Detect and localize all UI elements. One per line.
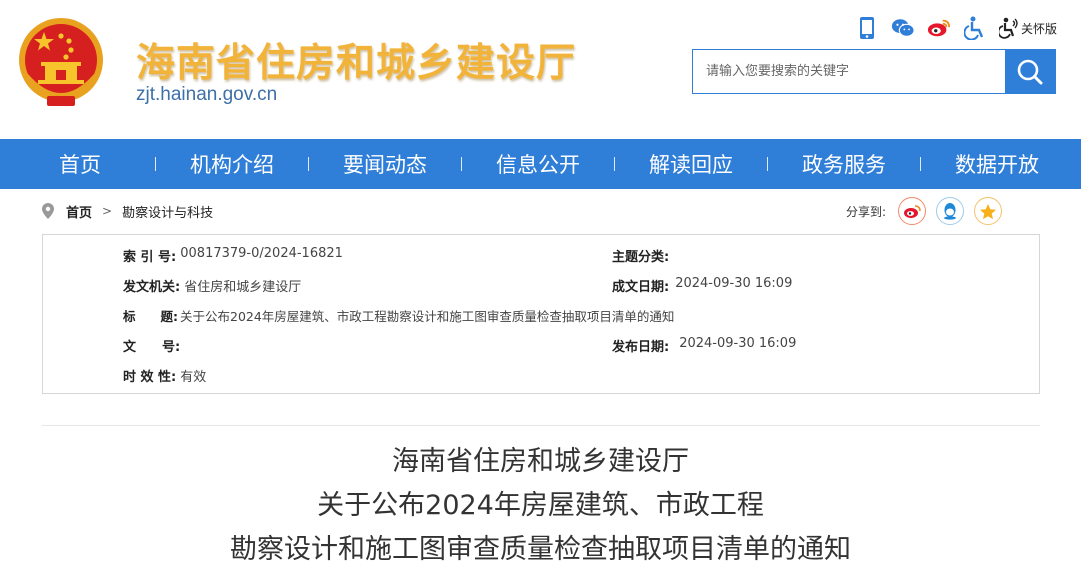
meta-title-label: 标 题: [123,309,178,324]
care-mode-label: 关怀版 [1020,21,1057,36]
meta-created-label: 成文日期: [612,280,670,295]
site-domain: zjt.hainan.gov.cn [136,84,278,105]
search-input[interactable] [693,50,1005,93]
nav-item-services[interactable]: 政务服务 [768,149,920,179]
meta-created: 成文日期: 2024-09-30 16:09 [612,276,792,295]
meta-docno-label: 文 号: [123,340,181,355]
document-title-line: 勘察设计和施工图审查质量检查抽取项目清单的通知 [230,534,851,565]
weibo-share-icon[interactable] [898,197,926,225]
care-mode-button[interactable]: 关怀版 [998,17,1057,39]
meta-index: 索 引 号: 00817379-0/2024-16821 [123,246,343,265]
wechat-icon[interactable] [891,15,915,41]
meta-published-value: 2024-09-30 16:09 [679,336,797,351]
meta-issuer-label: 发文机关: [123,280,181,295]
meta-created-value: 2024-09-30 16:09 [675,276,793,291]
meta-title-value: 关于公布2024年房屋建筑、市政工程勘察设计和施工图审查质量检查抽取项目清单的通… [180,309,675,324]
meta-topic: 主题分类: [612,246,673,265]
chevron-right-icon: > [102,204,113,218]
meta-issuer: 发文机关: 省住房和城乡建设厅 [123,276,301,295]
meta-title: 标 题: 关于公布2024年房屋建筑、市政工程勘察设计和施工图审查质量检查抽取项… [123,306,674,325]
header-tools: 关怀版 [855,15,1057,41]
search-button[interactable] [1005,50,1055,93]
meta-validity-label: 时 效 性: [123,370,177,385]
site-title[interactable]: 海南省住房和城乡建设厅 [136,32,576,88]
nav-item-news[interactable]: 要闻动态 [309,149,461,179]
accessibility-icon[interactable] [963,15,987,41]
share-label: 分享到: [845,204,886,219]
site-header: 海南省住房和城乡建设厅 zjt.hainan.gov.cn 关怀版 [0,0,1081,139]
care-mode-icon [998,17,1018,39]
qq-share-icon[interactable] [936,197,964,225]
document-metadata-box: 索 引 号: 00817379-0/2024-16821 主题分类: 发文机关:… [42,234,1040,394]
qzone-share-icon[interactable] [974,197,1002,225]
meta-published: 发布日期: 2024-09-30 16:09 [612,336,796,355]
location-pin-icon [42,203,54,219]
meta-published-label: 发布日期: [612,340,670,355]
nav-item-interpretation[interactable]: 解读回应 [615,149,767,179]
meta-docno: 文 号: [123,336,184,355]
meta-index-value: 00817379-0/2024-16821 [180,246,343,261]
nav-item-about[interactable]: 机构介绍 [156,149,308,179]
meta-validity: 时 效 性: 有效 [123,366,206,385]
meta-topic-label: 主题分类: [612,250,670,265]
nav-item-home[interactable]: 首页 [5,149,155,179]
content-divider [42,425,1040,426]
document-title-line: 海南省住房和城乡建设厅 [392,446,689,477]
nav-item-disclosure[interactable]: 信息公开 [462,149,614,179]
meta-index-label: 索 引 号: [123,250,177,265]
search-icon [1017,59,1043,84]
mobile-icon[interactable] [855,15,879,41]
search-box [692,49,1056,94]
breadcrumb-current[interactable]: 勘察设计与科技 [122,202,213,221]
share-bar: 分享到: [846,197,1002,225]
meta-issuer-value: 省住房和城乡建设厅 [184,280,302,295]
meta-validity-value: 有效 [180,370,207,385]
national-emblem-icon [19,18,103,106]
document-title: 海南省住房和城乡建设厅 关于公布2024年房屋建筑、市政工程 勘察设计和施工图审… [0,440,1081,572]
document-title-line: 关于公布2024年房屋建筑、市政工程 [317,490,764,521]
nav-item-open-data[interactable]: 数据开放 [921,149,1073,179]
weibo-icon[interactable] [927,15,951,41]
breadcrumb: 首页 > 勘察设计与科技 分享到: [42,197,1002,225]
breadcrumb-home[interactable]: 首页 [66,202,92,221]
main-nav: 首页 机构介绍 要闻动态 信息公开 解读回应 政务服务 数据开放 [0,139,1081,189]
